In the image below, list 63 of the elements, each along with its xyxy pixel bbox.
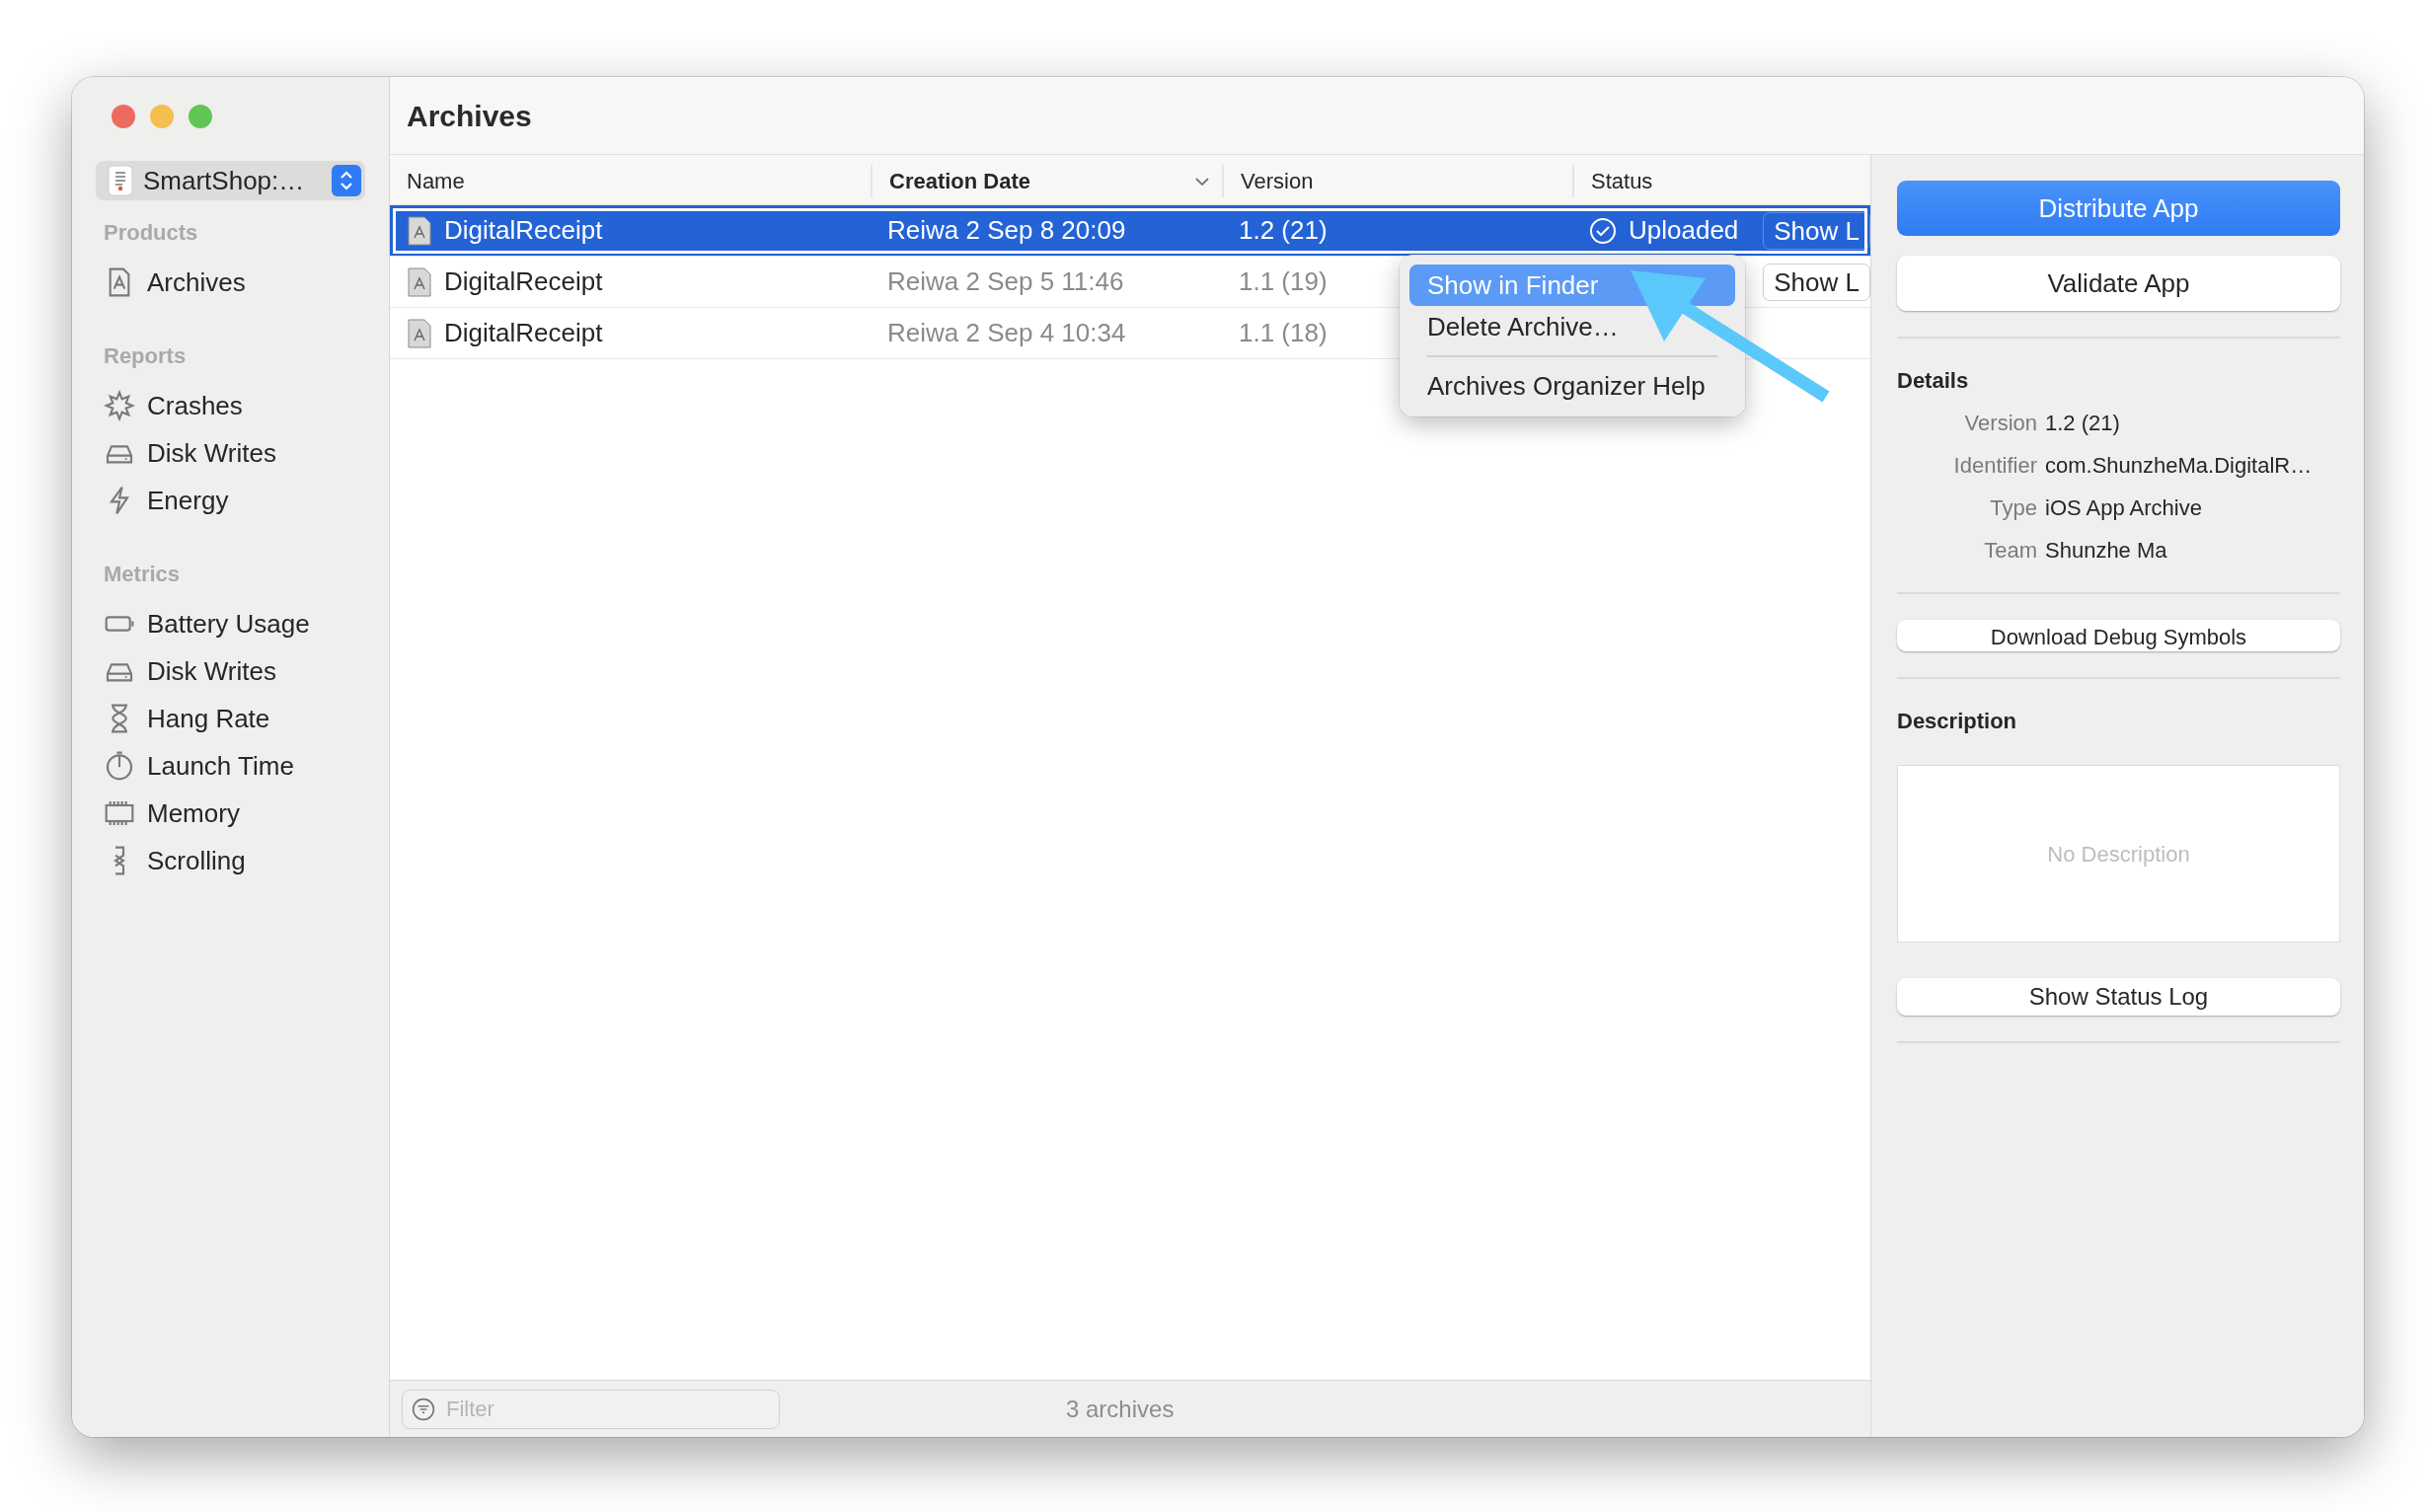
- field-label: Type: [1989, 494, 2037, 522]
- menu-item[interactable]: Archives Organizer Help: [1409, 365, 1735, 407]
- app-icon: [108, 165, 133, 196]
- archive-file-icon: [407, 318, 432, 348]
- field-label: Identifier: [1952, 452, 2037, 480]
- chevron-updown-icon: [339, 169, 354, 192]
- sidebar-item[interactable]: Hang Rate: [96, 695, 365, 742]
- field-value: iOS App Archive: [2045, 494, 2202, 522]
- field-value: 1.2 (21): [2045, 410, 2120, 437]
- sidebar-item[interactable]: Battery Usage: [96, 600, 365, 647]
- archive-name: DigitalReceipt: [444, 214, 603, 247]
- archive-name: DigitalReceipt: [444, 317, 603, 349]
- download-symbols-button[interactable]: Download Debug Symbols: [1897, 620, 2340, 651]
- sidebar-item[interactable]: Disk Writes: [96, 647, 365, 695]
- sidebar-item[interactable]: Archives: [96, 259, 365, 306]
- close-button[interactable]: [112, 105, 135, 128]
- column-header[interactable]: Name: [390, 165, 871, 197]
- validate-button[interactable]: Validate App: [1897, 256, 2340, 311]
- column-header[interactable]: Version: [1222, 165, 1572, 197]
- field-value: Shunzhe Ma: [2045, 537, 2167, 565]
- scheme-selector[interactable]: SmartShop:…: [96, 161, 365, 200]
- archive-file-icon: [407, 266, 432, 297]
- version-number: 1.1 (19): [1239, 265, 1328, 298]
- table-row[interactable]: DigitalReceipt Reiwa 2 Sep 8 20:09 1.2 (21) Uploaded Show L: [390, 205, 1870, 257]
- zoom-button[interactable]: [189, 105, 212, 128]
- filter-icon: [412, 1397, 435, 1421]
- status-log-button[interactable]: Show Status Log: [1897, 978, 2340, 1016]
- creation-date: Reiwa 2 Sep 5 11:46: [887, 265, 1124, 298]
- section-title: Description: [1897, 708, 2018, 735]
- window-title: Archives: [407, 98, 532, 134]
- sidebar-item[interactable]: Crashes: [96, 382, 365, 429]
- placeholder-text: No Description: [2047, 840, 2190, 869]
- check-circle-icon: [1589, 216, 1617, 245]
- field-label: Team: [1983, 537, 2037, 565]
- sidebar-item[interactable]: Energy: [96, 477, 365, 524]
- show-log-button[interactable]: Show L: [1763, 263, 1870, 301]
- sidebar-item[interactable]: Launch Time: [96, 742, 365, 790]
- minimize-button[interactable]: [150, 105, 174, 128]
- sort-chevron-icon: [1194, 176, 1210, 187]
- version-number: 1.1 (18): [1239, 317, 1328, 349]
- section-title: Metrics: [104, 561, 182, 588]
- sidebar-item[interactable]: Scrolling: [96, 837, 365, 884]
- show-log-button[interactable]: Show L: [1763, 211, 1870, 250]
- sidebar-item[interactable]: Memory: [96, 790, 365, 837]
- distribute-button[interactable]: Distribute App: [1897, 181, 2340, 236]
- column-header[interactable]: Creation Date: [871, 165, 1222, 197]
- menu-item[interactable]: Delete Archive…: [1409, 306, 1735, 347]
- section-title: Products: [104, 219, 199, 247]
- archive-file-icon: [407, 215, 432, 246]
- field-value: com.ShunzheMa.DigitalR…: [2045, 452, 2313, 480]
- archive-count: 3 archives: [1066, 1394, 1175, 1424]
- status-text: Uploaded: [1629, 214, 1739, 247]
- field-label: Version: [1963, 410, 2037, 437]
- creation-date: Reiwa 2 Sep 8 20:09: [887, 214, 1126, 247]
- section-title: Reports: [104, 342, 188, 370]
- sidebar-item[interactable]: Disk Writes: [96, 429, 365, 477]
- stopwatch-icon: [104, 750, 135, 782]
- creation-date: Reiwa 2 Sep 4 10:34: [887, 317, 1126, 349]
- filter-field[interactable]: Filter: [402, 1389, 780, 1429]
- version-number: 1.2 (21): [1239, 214, 1328, 247]
- star-burst-icon: [104, 390, 135, 421]
- archive-name: DigitalReceipt: [444, 265, 603, 298]
- section-title: Details: [1897, 367, 1970, 395]
